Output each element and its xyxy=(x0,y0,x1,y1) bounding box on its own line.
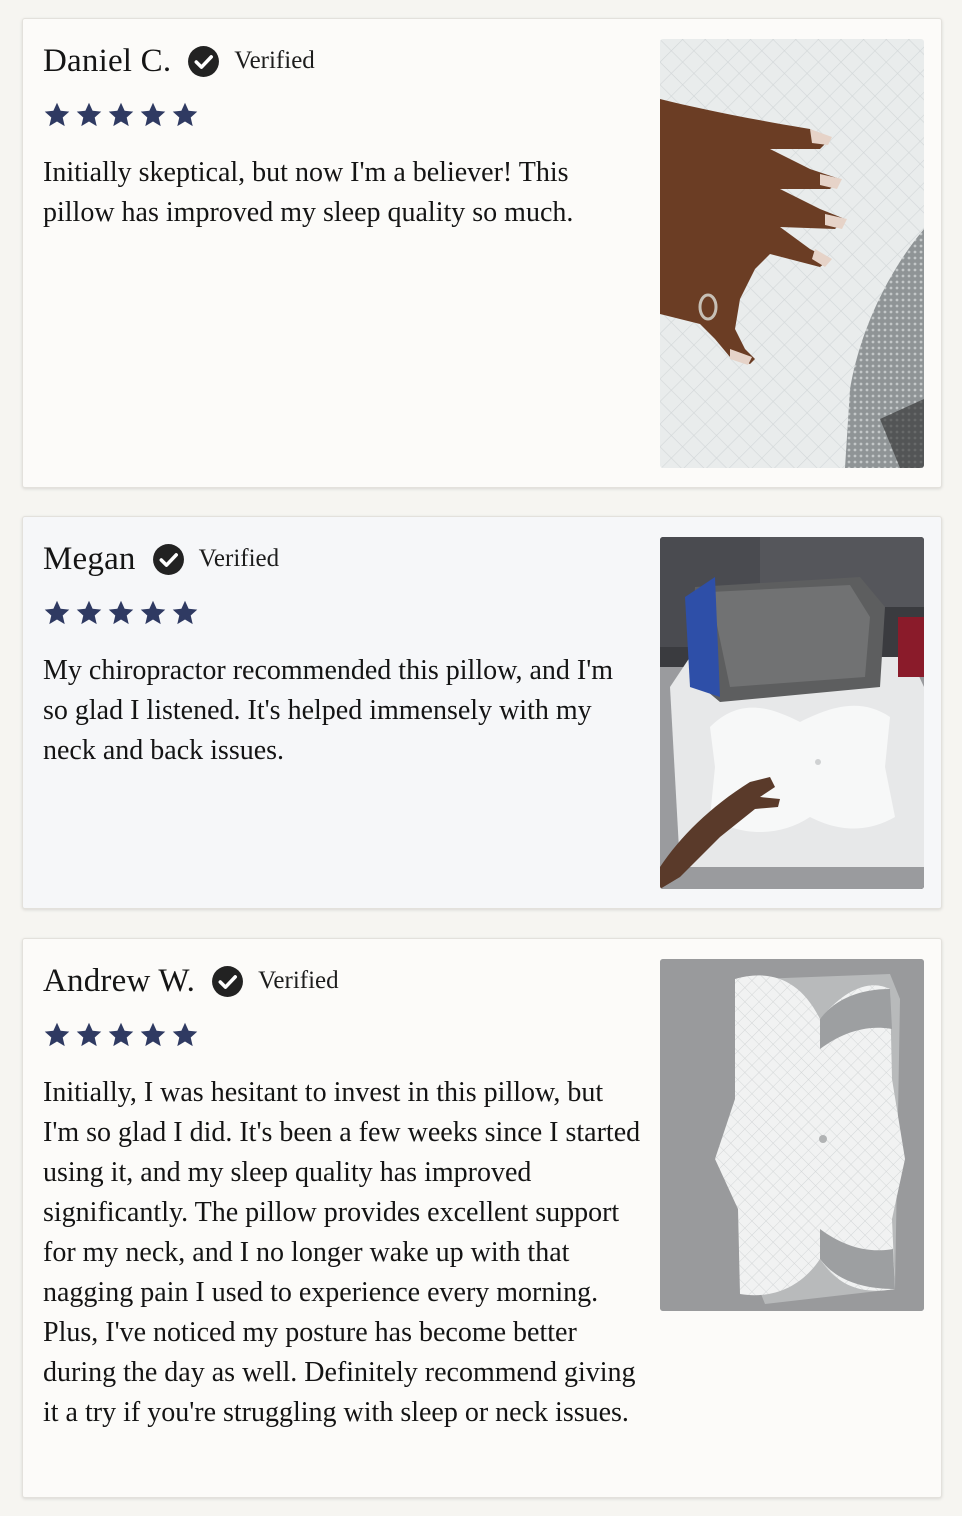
verified-label: Verified xyxy=(258,967,339,994)
review-photo[interactable] xyxy=(660,959,924,1311)
star-rating xyxy=(43,599,643,629)
check-circle-icon xyxy=(211,965,244,998)
star-icon xyxy=(107,101,135,129)
review-card: Megan Verified My chiropractor recommend… xyxy=(22,516,942,909)
review-content: Megan Verified My chiropractor recommend… xyxy=(43,537,643,771)
star-icon xyxy=(107,599,135,627)
check-circle-icon xyxy=(152,543,185,576)
verified-label: Verified xyxy=(198,545,280,572)
review-card: Daniel C. Verified Initially skeptical, … xyxy=(22,18,942,488)
review-photo[interactable] xyxy=(660,39,924,468)
reviewer-name: Andrew W. xyxy=(43,962,196,999)
review-header: Megan Verified xyxy=(43,537,643,581)
star-icon xyxy=(139,101,167,129)
reviewer-name: Megan xyxy=(43,540,136,577)
star-icon xyxy=(75,599,103,627)
reviewer-name: Daniel C. xyxy=(43,42,172,79)
review-content: Daniel C. Verified Initially skeptical, … xyxy=(43,39,643,233)
review-card: Andrew W. Verified Initially, I was hesi… xyxy=(22,938,942,1498)
review-text: Initially, I was hesitant to invest in t… xyxy=(43,1077,641,1428)
star-rating xyxy=(43,101,643,131)
star-icon xyxy=(75,1021,103,1049)
star-icon xyxy=(139,1021,167,1049)
review-photo[interactable] xyxy=(660,537,924,889)
star-icon xyxy=(43,101,71,129)
review-text: My chiropractor recommended this pillow,… xyxy=(43,655,614,766)
check-circle-icon xyxy=(187,45,220,78)
star-icon xyxy=(171,101,199,129)
verified-label: Verified xyxy=(234,47,315,74)
review-header: Daniel C. Verified xyxy=(43,39,643,83)
review-header: Andrew W. Verified xyxy=(43,959,643,1003)
star-icon xyxy=(171,599,199,627)
star-icon xyxy=(43,1021,71,1049)
star-icon xyxy=(171,1021,199,1049)
star-icon xyxy=(107,1021,135,1049)
star-icon xyxy=(75,101,103,129)
star-rating xyxy=(43,1021,643,1051)
star-icon xyxy=(139,599,167,627)
review-text: Initially skeptical, but now I'm a belie… xyxy=(43,157,574,228)
star-icon xyxy=(43,599,71,627)
review-content: Andrew W. Verified Initially, I was hesi… xyxy=(43,959,643,1433)
